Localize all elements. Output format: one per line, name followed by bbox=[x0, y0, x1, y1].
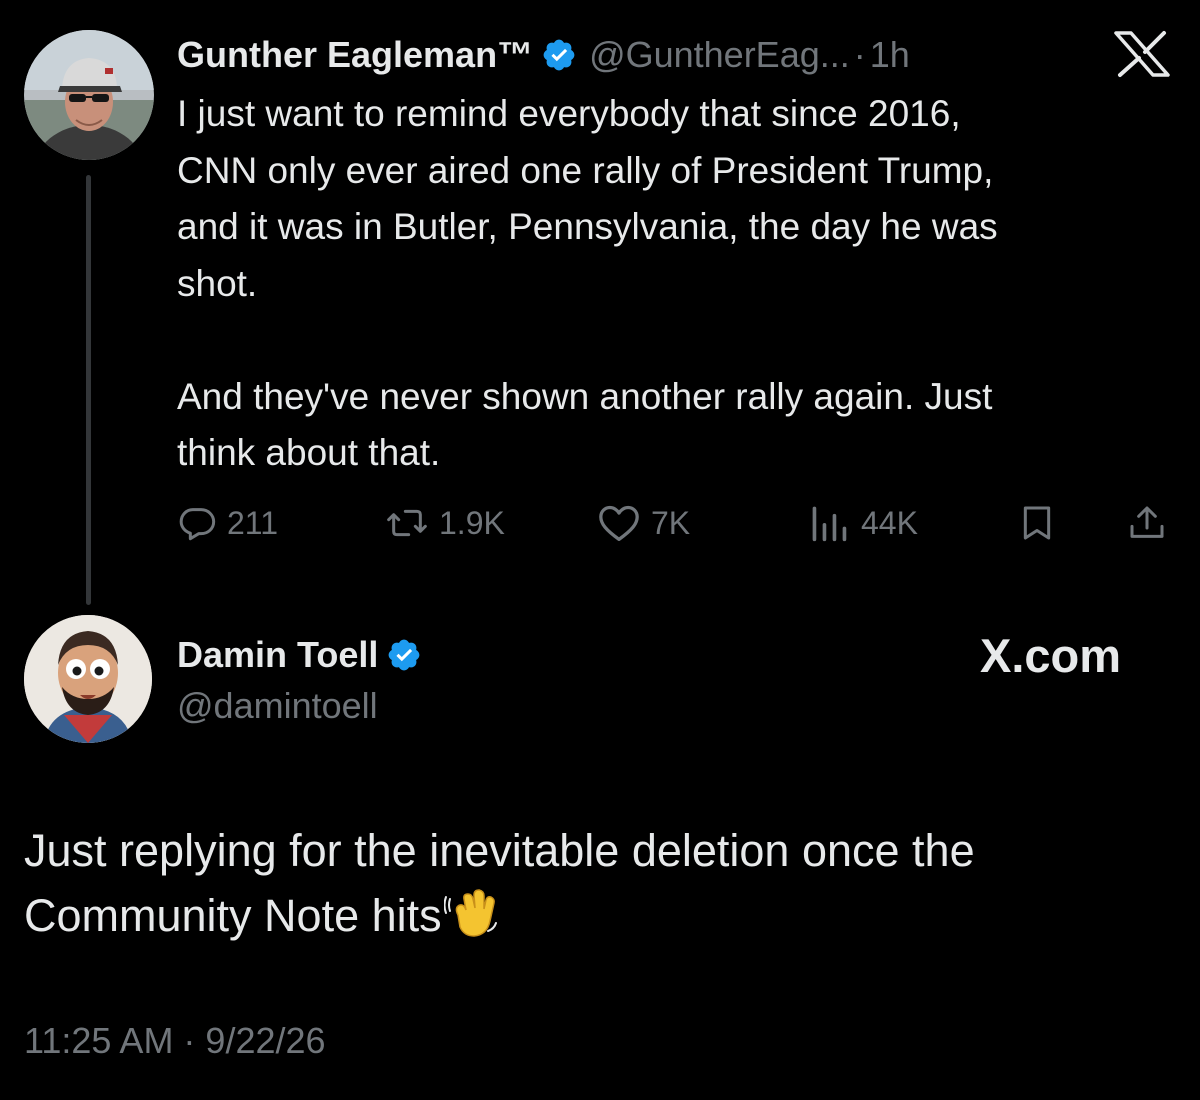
repost-count: 1.9K bbox=[439, 504, 505, 541]
damin-avatar-image bbox=[24, 615, 152, 743]
tweet-line: I just want to remind everybody that sin… bbox=[177, 93, 961, 134]
tweet-line: And they've never shown another rally ag… bbox=[177, 375, 993, 417]
reply-icon bbox=[177, 503, 217, 543]
reply-line: Just replying for the inevitable deletio… bbox=[24, 825, 975, 876]
gunther-avatar-image bbox=[24, 30, 154, 160]
x-com-brand: X.com bbox=[980, 629, 1122, 682]
like-button[interactable]: 7K bbox=[597, 498, 690, 548]
parent-tweet-header: Gunther Eagleman™ @GuntherEag... · 1h bbox=[177, 30, 910, 80]
views-icon bbox=[807, 503, 851, 543]
like-icon bbox=[597, 503, 641, 543]
x-logo-icon[interactable] bbox=[1112, 30, 1172, 78]
share-icon bbox=[1127, 503, 1167, 543]
tweet-time[interactable]: 1h bbox=[870, 34, 910, 76]
views-count: 44K bbox=[861, 504, 918, 541]
repost-icon bbox=[385, 503, 429, 543]
waving-hand-icon bbox=[443, 885, 500, 941]
bookmark-icon bbox=[1017, 503, 1057, 543]
reply-author-name[interactable]: Damin Toell bbox=[177, 634, 378, 676]
repost-button[interactable]: 1.9K bbox=[385, 498, 505, 548]
reply-author-handle[interactable]: @damintoell bbox=[177, 685, 378, 727]
tweet-line: think about that. bbox=[177, 432, 441, 473]
reply-line-text: Community Note hits bbox=[24, 890, 442, 941]
tweet-line: and it was in Butler, Pennsylvania, the … bbox=[177, 206, 998, 247]
damin-avatar[interactable] bbox=[24, 615, 152, 743]
views-button[interactable]: 44K bbox=[807, 498, 918, 548]
author-name[interactable]: Gunther Eagleman™ bbox=[177, 34, 533, 76]
tweet-action-bar: 211 1.9K 7K 44K bbox=[177, 498, 1177, 548]
reply-tweet-header: Damin Toell bbox=[177, 630, 422, 680]
gunther-avatar[interactable] bbox=[24, 30, 154, 160]
tweet-line: CNN only ever aired one rally of Preside… bbox=[177, 149, 994, 191]
author-handle[interactable]: @GuntherEag... bbox=[589, 34, 850, 76]
tweet-line: shot. bbox=[177, 262, 258, 304]
verified-badge-icon bbox=[386, 637, 422, 673]
reply-timestamp[interactable]: 11:25 AM · 9/22/26 bbox=[24, 1020, 326, 1062]
parent-tweet-text: I just want to remind everybody that sin… bbox=[177, 86, 1167, 482]
like-count: 7K bbox=[651, 504, 691, 541]
share-button[interactable] bbox=[1127, 498, 1167, 548]
reply-tweet-text: Just replying for the inevitable deletio… bbox=[24, 818, 1164, 948]
reply-button[interactable]: 211 bbox=[177, 498, 278, 548]
verified-badge-icon bbox=[541, 37, 577, 73]
reply-line-2: Community Note hits bbox=[24, 883, 1164, 948]
separator-dot: · bbox=[853, 34, 866, 75]
bookmark-button[interactable] bbox=[1017, 498, 1057, 548]
reply-count: 211 bbox=[227, 504, 279, 541]
thread-line bbox=[86, 175, 91, 605]
